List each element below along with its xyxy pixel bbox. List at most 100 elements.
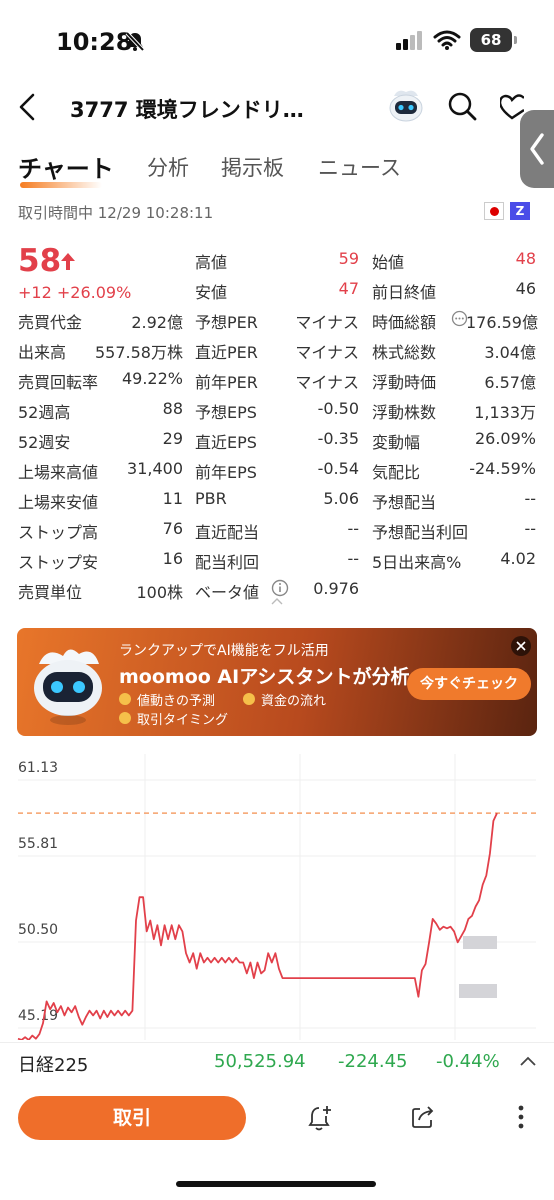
favorite-heart-icon[interactable] [500, 92, 524, 120]
stat-label: 52週安 [18, 433, 71, 452]
check-icon [243, 693, 255, 705]
banner-title: moomoo AIアシスタントが分析 [119, 666, 410, 688]
stat-label: 上場来高値 [18, 463, 99, 482]
home-indicator [176, 1181, 376, 1187]
stat-label: 直近EPS [195, 433, 257, 452]
status-bar: 10:28 68 [0, 0, 554, 82]
stat-value: 1,133万 [474, 403, 536, 422]
index-ticker-bar[interactable]: 日経225 50,525.94 -224.45 -0.44% [0, 1042, 554, 1082]
wifi-icon [433, 30, 461, 50]
volume-marker [459, 984, 497, 998]
tab-news[interactable]: ニュース [318, 152, 401, 182]
stat-value: 16 [162, 549, 183, 568]
stat-label: 予想配当利回 [372, 523, 469, 542]
banner-feature: 値動きの予測 [137, 694, 216, 709]
stat-value: 49.22% [121, 369, 183, 388]
stat-label: 直近PER [195, 343, 258, 362]
stat-value: -- [524, 519, 536, 538]
active-tab-indicator [20, 182, 102, 188]
signal-icon [396, 31, 422, 50]
stat-value: マイナス [295, 373, 359, 392]
check-icon [119, 693, 131, 705]
chevron-up-icon[interactable] [519, 1055, 537, 1067]
stat-label: 売買単位 [18, 583, 83, 602]
side-panel-handle[interactable] [520, 110, 554, 188]
ai-robot-icon[interactable] [386, 88, 426, 124]
price-chart[interactable]: 61.13 55.81 50.50 45.19 [0, 750, 554, 1040]
stock-title: 3777 環境フレンドリ… [70, 98, 304, 122]
more-menu-icon[interactable] [516, 1104, 526, 1130]
up-arrow-icon [61, 253, 75, 270]
battery-icon: 68 [470, 28, 512, 52]
stat-label: 時価総額 [372, 313, 437, 332]
alert-bell-plus-icon[interactable] [308, 1104, 334, 1132]
share-icon[interactable] [410, 1104, 436, 1130]
stat-label: ベータ値 [195, 583, 260, 602]
y-tick-label: 45.19 [18, 1008, 58, 1024]
stat-label: 上場来安値 [18, 493, 99, 512]
stat-label: 直近配当 [195, 523, 260, 542]
stat-value: 2.92億 [131, 313, 183, 332]
stat-label: 予想PER [195, 313, 258, 332]
stat-value: 76 [162, 519, 183, 538]
y-tick-label: 55.81 [18, 836, 58, 852]
stat-label: 5日出来高% [372, 553, 462, 572]
index-name: 日経225 [18, 1055, 89, 1076]
check-now-button[interactable]: 今すぐチェック [407, 668, 531, 700]
stat-value: 46 [515, 279, 536, 298]
stat-label: 売買回転率 [18, 373, 99, 392]
stat-label: 気配比 [372, 463, 421, 482]
stat-label: 前年EPS [195, 463, 257, 482]
stat-value: -0.54 [317, 459, 359, 478]
tab-analysis[interactable]: 分析 [147, 152, 189, 182]
battery-cap [514, 36, 517, 44]
stat-value: 11 [162, 489, 183, 508]
y-tick-label: 61.13 [18, 760, 58, 776]
stat-label: 浮動株数 [372, 403, 437, 422]
trade-time: 取引時間中 12/29 10:28:11 [18, 204, 214, 222]
banner-feature: 取引タイミング [137, 713, 229, 728]
banner-close-button[interactable] [511, 636, 531, 656]
stat-value: -- [347, 549, 359, 568]
ai-robot-icon [34, 649, 102, 725]
stat-value: 176.59億 [466, 313, 538, 332]
tab-chart[interactable]: チャート [18, 149, 114, 184]
search-icon[interactable] [446, 90, 478, 122]
stat-label: 浮動時価 [372, 373, 437, 392]
stat-value: 48 [515, 249, 536, 268]
trade-button[interactable]: 取引 [18, 1096, 246, 1140]
stat-value: 47 [338, 279, 359, 298]
close-icon [516, 641, 526, 651]
stat-value: 4.02 [500, 549, 536, 568]
stat-value: -24.59% [469, 459, 536, 478]
market-badge-icon: Z [510, 202, 530, 220]
ai-assistant-banner[interactable]: ランクアップでAI機能をフル活用 moomoo AIアシスタントが分析 値動きの… [17, 628, 537, 736]
stat-value: -- [524, 489, 536, 508]
stat-value: 31,400 [127, 459, 183, 478]
index-change-pct: -0.44% [436, 1051, 500, 1072]
collapse-caret-icon[interactable] [270, 596, 284, 606]
chart-grid [18, 754, 536, 1040]
stat-value: 6.57億 [484, 373, 536, 392]
index-change: -224.45 [338, 1051, 408, 1072]
stat-label: 変動幅 [372, 433, 421, 452]
stat-label: 前年PER [195, 373, 258, 392]
stat-label: 売買代金 [18, 313, 83, 332]
back-arrow-icon[interactable] [16, 92, 38, 122]
stat-value: 5.06 [323, 489, 359, 508]
stat-label: 配当利回 [195, 553, 260, 572]
chevron-left-icon [530, 133, 544, 165]
stat-value: -0.35 [317, 429, 359, 448]
stat-value: 3.04億 [484, 343, 536, 362]
stat-value: 100株 [136, 583, 183, 602]
info-icon[interactable] [271, 579, 289, 597]
stat-label: PBR [195, 489, 227, 508]
stat-label: 始値 [372, 253, 405, 272]
stat-label: 安値 [195, 283, 228, 302]
stat-value: -- [347, 519, 359, 538]
stat-label: 前日終値 [372, 283, 437, 302]
tab-bar: チャート 分析 掲示板 ニュース [0, 148, 520, 190]
stat-label: 予想EPS [195, 403, 257, 422]
stat-label: ストップ安 [18, 553, 99, 572]
tab-board[interactable]: 掲示板 [221, 152, 284, 182]
